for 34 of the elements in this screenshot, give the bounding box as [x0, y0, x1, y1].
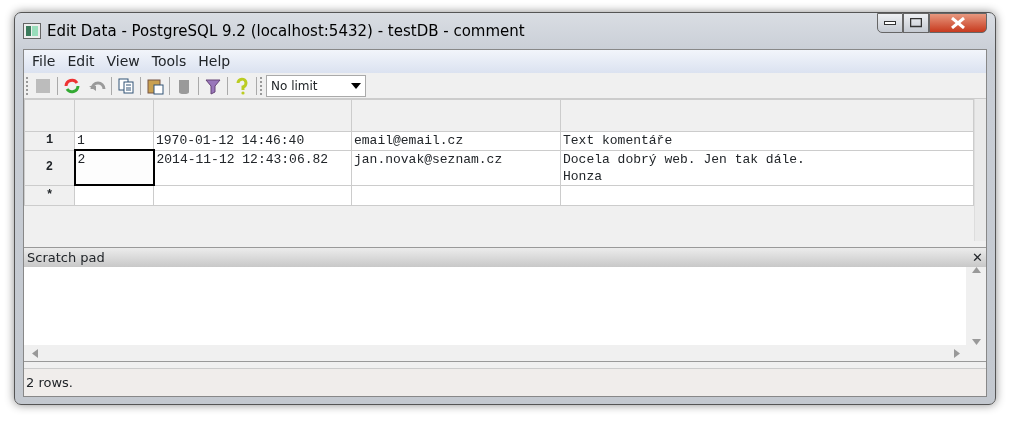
limit-dropdown[interactable]: No limit: [266, 74, 366, 97]
status-text: 2 rows.: [26, 373, 73, 392]
table-cell[interactable]: [560, 185, 974, 205]
clipboard-icon[interactable]: [146, 76, 164, 95]
menu-item[interactable]: View: [100, 51, 146, 72]
column-header[interactable]: [351, 99, 561, 132]
maximize-button[interactable]: [903, 13, 929, 33]
app-icon: [23, 23, 41, 39]
scroll-right-icon[interactable]: [954, 348, 960, 358]
table-cell[interactable]: Docela dobrý web. Jen tak dále. Honza: [560, 150, 974, 185]
minimize-button[interactable]: [877, 13, 903, 33]
maximize-icon: [910, 18, 922, 28]
scroll-left-icon[interactable]: [32, 348, 38, 358]
caret-icon: [351, 82, 361, 89]
minimize-icon: [884, 20, 896, 26]
refresh-icon[interactable]: [63, 76, 81, 95]
panel-title: Scratch pad: [27, 248, 105, 267]
window-title: Edit Data - PostgreSQL 9.2 (localhost:5432) - testDB - comment: [47, 20, 526, 42]
close-icon: [950, 17, 966, 29]
table-cell[interactable]: jan.novak@seznam.cz: [351, 150, 561, 185]
close-icon[interactable]: ✕: [972, 247, 983, 268]
filter-icon[interactable]: [204, 76, 222, 95]
table-cell[interactable]: 2: [74, 150, 154, 185]
row-header[interactable]: *: [24, 185, 75, 205]
close-button[interactable]: [929, 13, 987, 33]
column-header[interactable]: [560, 99, 974, 132]
row-header[interactable]: 2: [24, 150, 75, 185]
copy-icon[interactable]: [117, 76, 135, 95]
menu-item[interactable]: File: [26, 51, 62, 72]
menu-item[interactable]: Help: [192, 51, 237, 72]
menu-item[interactable]: Edit: [61, 51, 101, 72]
scrollbar[interactable]: [974, 99, 986, 241]
menu-item[interactable]: Tools: [145, 51, 193, 72]
table-cell[interactable]: 2014-11-12 12:43:06.82: [153, 150, 352, 185]
